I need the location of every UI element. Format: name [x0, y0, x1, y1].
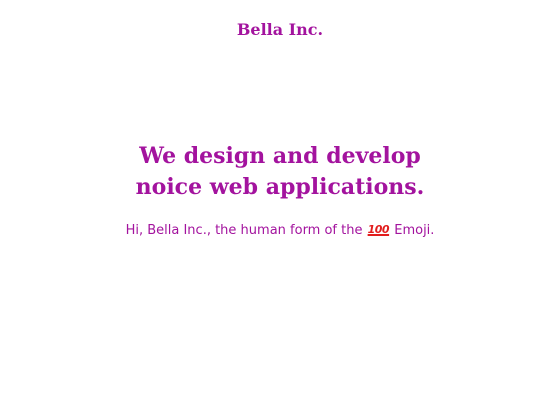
tagline-suffix: Emoji.	[394, 223, 435, 238]
hero-tagline: Hi, Bella Inc., the human form of the 10…	[0, 219, 560, 242]
headline-line-2: noice web applications.	[135, 174, 425, 200]
brand-link[interactable]: Bella Inc.	[0, 18, 560, 42]
headline-line-1: We design and develop	[139, 143, 421, 169]
tagline-prefix: Hi, Bella Inc., the human form of the	[125, 223, 363, 238]
hundred-points-emoji-icon: 100	[367, 223, 390, 236]
hero-headline: We design and develop noice web applicat…	[0, 141, 560, 203]
hero-section: We design and develop noice web applicat…	[0, 141, 560, 242]
page: Bella Inc. We design and develop noice w…	[0, 0, 560, 420]
